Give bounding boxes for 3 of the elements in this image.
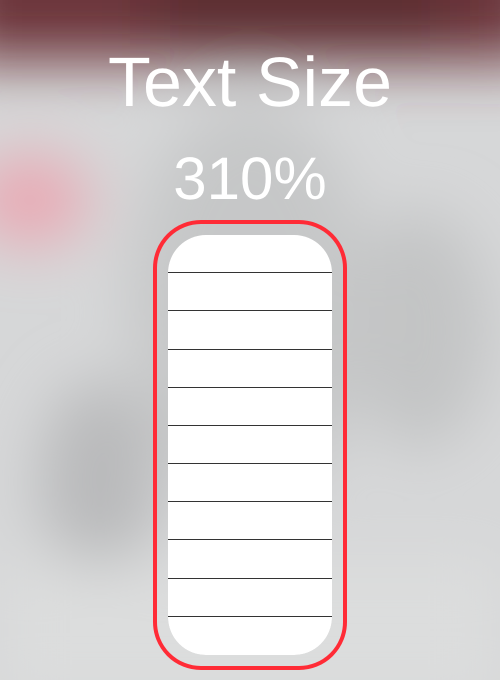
text-size-slider[interactable]	[168, 235, 332, 655]
percentage-reading: 310%	[173, 144, 327, 214]
title: Text Size	[108, 42, 392, 123]
